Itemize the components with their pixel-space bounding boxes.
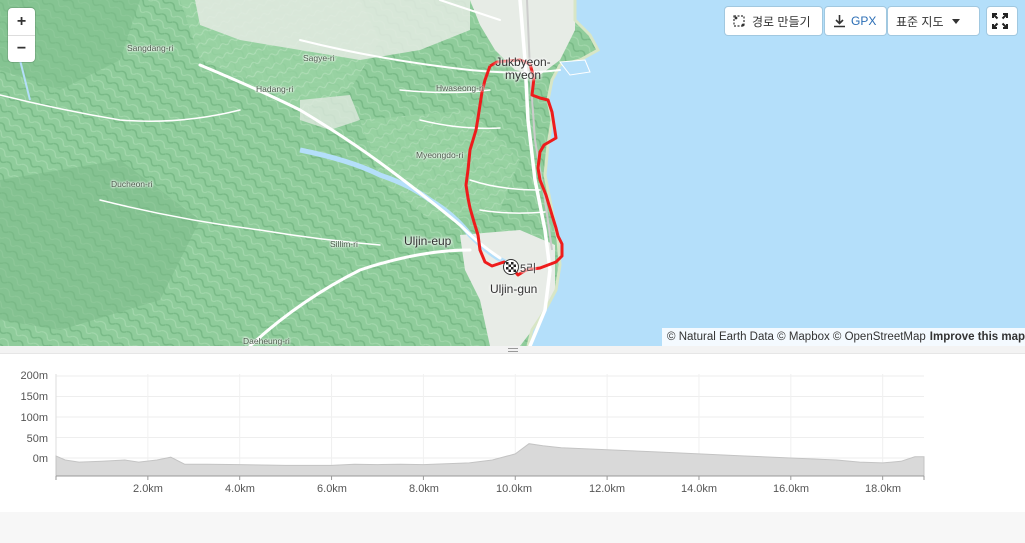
fullscreen-icon — [991, 13, 1008, 29]
map-style-label: 표준 지도 — [896, 14, 944, 29]
route-builder-button[interactable]: 경로 만들기 — [725, 7, 822, 35]
y-tick-label: 100m — [20, 412, 48, 424]
zoom-control: + − — [8, 8, 35, 62]
drag-grip-icon — [508, 348, 518, 352]
place-label-ducheon: Ducheon-ri — [111, 179, 153, 189]
gpx-download-button[interactable]: GPX — [825, 7, 886, 35]
place-label-uljin-eup: Uljin-eup — [404, 234, 452, 248]
elevation-profile[interactable]: 200m 150m 100m 50m 0m 2.0km 4.0km 6.0km … — [0, 355, 1025, 510]
zoom-in-button[interactable]: + — [8, 8, 35, 35]
x-tick-label: 14.0km — [680, 483, 718, 495]
download-icon — [834, 15, 845, 28]
place-label-uljin-gun: Uljin-gun — [490, 282, 538, 296]
map-style-dropdown[interactable]: 표준 지도 — [888, 7, 979, 35]
place-label-sagye: Sagye-ri — [303, 53, 335, 63]
x-tick-label: 18.0km — [864, 483, 902, 495]
finish-flag-icon — [503, 259, 519, 275]
footer-bar — [0, 512, 1025, 543]
attribution-text: © Natural Earth Data © Mapbox © OpenStre… — [667, 331, 926, 343]
y-tick-label: 150m — [20, 391, 48, 403]
x-tick-label: 6.0km — [317, 483, 347, 495]
gpx-label: GPX — [851, 14, 877, 28]
place-label-finish: 5리 — [520, 263, 537, 275]
map-attribution: © Natural Earth Data © Mapbox © OpenStre… — [662, 328, 1025, 346]
improve-map-link[interactable]: Improve this map — [930, 331, 1025, 343]
place-label-myeongdo: Myeongdo-ri — [416, 150, 464, 160]
y-tick-label: 200m — [20, 370, 48, 382]
x-tick-label: 2.0km — [133, 483, 163, 495]
elevation-area — [55, 443, 925, 477]
route-viewer: Sangdang-ri Sagye-ri Hadang-ri Hwaseong-… — [0, 0, 1025, 543]
panel-resize-handle[interactable] — [0, 346, 1025, 354]
place-label-hwaseong: Hwaseong-ri — [436, 83, 484, 93]
fullscreen-button[interactable] — [987, 7, 1017, 35]
place-label-sillim: Sillim-ri — [330, 239, 358, 249]
x-tick-label: 16.0km — [772, 483, 810, 495]
chevron-down-icon — [951, 18, 960, 24]
x-tick-label: 10.0km — [495, 483, 533, 495]
zoom-out-button[interactable]: − — [8, 35, 35, 62]
x-axis-tick-marks — [55, 476, 925, 480]
x-tick-label: 4.0km — [225, 483, 255, 495]
place-label-sangdang: Sangdang-ri — [127, 43, 174, 53]
route-builder-label: 경로 만들기 — [752, 14, 811, 29]
x-tick-label: 8.0km — [409, 483, 439, 495]
map-view[interactable]: Sangdang-ri Sagye-ri Hadang-ri Hwaseong-… — [0, 0, 1025, 346]
place-label-daeheung: Daeheung-ri — [243, 336, 290, 346]
place-label-hadang: Hadang-ri — [256, 84, 294, 94]
x-tick-label: 12.0km — [588, 483, 626, 495]
route-builder-icon — [733, 15, 745, 27]
y-tick-label: 50m — [26, 433, 48, 445]
place-label-jukbyeon: Jukbyeon- myeon — [495, 55, 551, 82]
harbor — [559, 59, 591, 76]
y-tick-label: 0m — [32, 453, 48, 465]
